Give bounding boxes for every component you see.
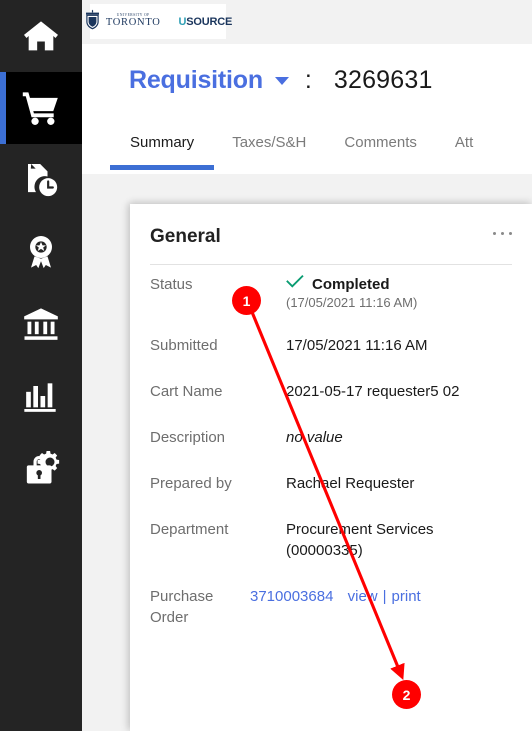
field-row-status: Status Completed (17/05/2021 11:16 AM) <box>130 274 532 310</box>
purchase-order-view-link[interactable]: view <box>348 588 378 605</box>
field-value-purchase-order: 3710003684 view | print <box>250 586 421 607</box>
brand-bar: UNIVERSITY OF TORONTO USOURCE <box>82 0 532 44</box>
uoft-big-text: TORONTO <box>105 17 161 29</box>
primary-sidebar <box>0 0 82 731</box>
shopping-cart-icon <box>20 87 62 129</box>
field-row-department: Department Procurement Services (0000033… <box>130 519 532 561</box>
document-title-row: Requisition : 3269631 <box>129 66 433 95</box>
sidebar-item-contracts[interactable] <box>0 216 82 288</box>
more-options-icon[interactable] <box>493 232 512 235</box>
tab-attachments[interactable]: Att <box>455 128 473 151</box>
check-icon <box>286 274 304 294</box>
document-tabs: Summary Taxes/S&H Comments Att <box>109 128 511 174</box>
document-clock-icon <box>21 160 61 200</box>
field-value-status: Completed (17/05/2021 11:16 AM) <box>286 274 417 310</box>
sidebar-item-accounts-payable[interactable] <box>0 288 82 360</box>
field-value-department: Procurement Services (00000335) <box>286 521 434 559</box>
menu-dot <box>509 232 512 235</box>
field-label-prepared-by: Prepared by <box>150 475 232 492</box>
status-line: Completed <box>286 274 417 294</box>
sidebar-item-home[interactable] <box>0 0 82 72</box>
document-header: Requisition : 3269631 Summary Taxes/S&H … <box>82 44 532 174</box>
uoft-usource-logo[interactable]: UNIVERSITY OF TORONTO USOURCE <box>85 4 232 39</box>
field-label-submitted: Submitted <box>150 337 218 354</box>
field-value-submitted: 17/05/2021 11:16 AM <box>286 337 428 354</box>
field-value-cart-name: 2021-05-17 requester5 02 <box>286 383 460 400</box>
field-row-purchase-order: Purchase Order 3710003684 view | print <box>130 586 532 628</box>
document-type-selector[interactable]: Requisition <box>129 66 263 95</box>
card-title: General <box>150 226 221 247</box>
field-label-department: Department <box>150 521 229 538</box>
document-number: 3269631 <box>333 66 433 94</box>
tab-summary[interactable]: Summary <box>109 128 215 170</box>
sidebar-item-orders[interactable] <box>0 144 82 216</box>
bank-icon <box>21 304 61 344</box>
chevron-down-icon[interactable] <box>274 76 289 85</box>
uoft-crest-icon <box>84 9 101 35</box>
menu-dot <box>501 232 504 235</box>
field-value-description: no value <box>286 429 343 446</box>
status-badge: Completed <box>312 275 390 293</box>
field-label-cart-name: Cart Name <box>150 383 223 400</box>
ribbon-award-icon <box>21 232 61 272</box>
usource-wordmark: USOURCE <box>179 16 233 28</box>
general-card: General Status Completed (17/05/2021 11:… <box>130 204 532 731</box>
field-value-prepared-by: Rachael Requester <box>286 475 415 492</box>
sidebar-item-shopping[interactable] <box>0 72 82 144</box>
status-timestamp: (17/05/2021 11:16 AM) <box>286 295 418 310</box>
po-separator: | <box>382 588 387 605</box>
card-header: General <box>130 204 532 265</box>
field-label-description: Description <box>150 429 226 446</box>
lock-gear-icon <box>21 448 61 488</box>
menu-dot <box>493 232 496 235</box>
field-row-submitted: Submitted 17/05/2021 11:16 AM <box>130 335 532 356</box>
bar-chart-icon <box>21 376 61 416</box>
sidebar-item-reporting[interactable] <box>0 360 82 432</box>
purchase-order-link[interactable]: 3710003684 <box>250 588 333 605</box>
field-row-cart-name: Cart Name 2021-05-17 requester5 02 <box>130 381 532 402</box>
field-label-purchase-order: Purchase Order <box>150 588 214 626</box>
purchase-order-print-link[interactable]: print <box>392 588 421 605</box>
general-fields: Status Completed (17/05/2021 11:16 AM) S… <box>130 274 532 653</box>
card-divider <box>150 264 512 265</box>
field-row-prepared-by: Prepared by Rachael Requester <box>130 473 532 494</box>
field-row-description: Description no value <box>130 427 532 448</box>
tab-taxes-sh[interactable]: Taxes/S&H <box>232 128 306 151</box>
po-space <box>338 588 342 605</box>
usource-source: SOURCE <box>186 15 233 28</box>
uoft-wordmark: UNIVERSITY OF TORONTO <box>106 14 161 28</box>
title-colon: : <box>304 66 312 94</box>
home-icon <box>21 16 61 56</box>
sidebar-item-administration[interactable] <box>0 432 82 504</box>
tab-comments[interactable]: Comments <box>344 128 417 151</box>
field-label-status: Status <box>150 276 193 293</box>
